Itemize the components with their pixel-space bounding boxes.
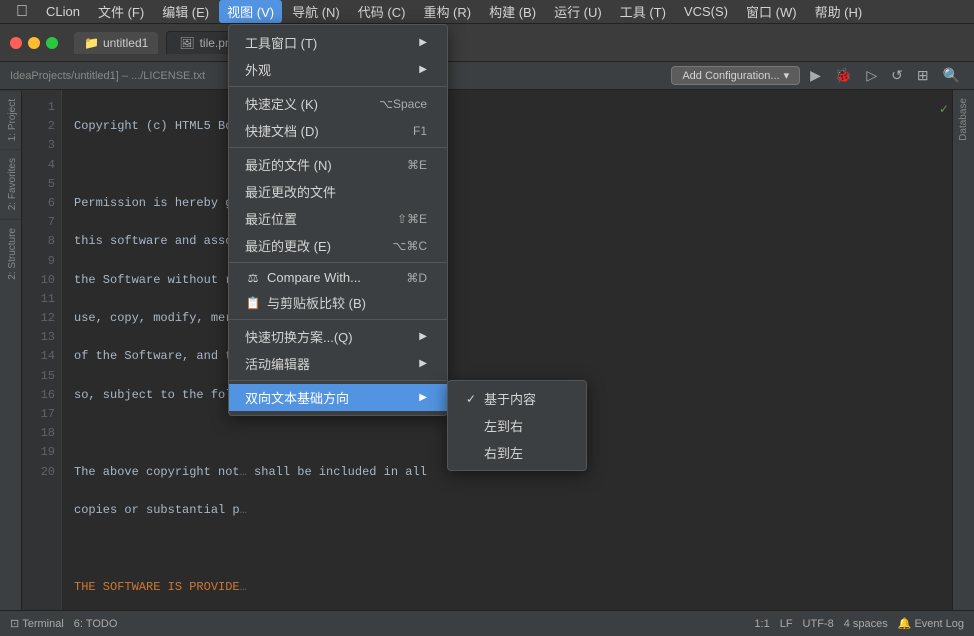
bidi-item-rtl[interactable]: ✓ 右到左 xyxy=(448,439,586,466)
menu-separator xyxy=(229,262,447,263)
menu-item-quickdoc[interactable]: 快捷文档 (D) F1 xyxy=(229,117,447,144)
menu-label-switcher: 快速切换方案...(Q) xyxy=(245,327,353,346)
apple-menu[interactable]:  xyxy=(8,3,36,21)
menu-label-compareclip: 与剪贴板比较 (B) xyxy=(267,293,366,312)
submenu-arrow: ▶ xyxy=(419,392,427,403)
menu-item-compare[interactable]: ⚖ Compare With... ⌘D xyxy=(229,266,447,289)
menu-label-bidi: 双向文本基础方向 xyxy=(245,388,349,407)
bidi-submenu: ✓ 基于内容 ✓ 左到右 ✓ 右到左 xyxy=(447,380,587,471)
menu-label-compare: Compare With... xyxy=(267,270,361,285)
menubar-help[interactable]: 帮助 (H) xyxy=(807,0,871,23)
menubar-build[interactable]: 构建 (B) xyxy=(481,0,544,23)
menu-separator xyxy=(229,380,447,381)
menubar-vcs[interactable]: VCS(S) xyxy=(676,2,736,21)
menubar-refactor[interactable]: 重构 (R) xyxy=(415,0,479,23)
submenu-arrow: ▶ xyxy=(419,331,427,342)
bidi-label-ltr: 左到右 xyxy=(484,416,523,435)
bidi-item-content[interactable]: ✓ 基于内容 xyxy=(448,385,586,412)
menu-separator xyxy=(229,147,447,148)
menu-item-recentchanged[interactable]: 最近更改的文件 xyxy=(229,178,447,205)
bidi-label-content: 基于内容 xyxy=(484,389,536,408)
view-menu: 工具窗口 (T) ▶ 外观 ▶ 快速定义 (K) ⌥Space 快捷文档 (D)… xyxy=(228,24,448,416)
menu-item-compareclip[interactable]: 📋 与剪贴板比较 (B) xyxy=(229,289,447,316)
menubar-nav[interactable]: 导航 (N) xyxy=(284,0,348,23)
compare-icon: ⚖ xyxy=(245,271,261,285)
submenu-arrow: ▶ xyxy=(419,37,427,48)
menu-label-toolwindows: 工具窗口 (T) xyxy=(245,33,317,52)
menubar-file[interactable]: 文件 (F) xyxy=(90,0,152,23)
shortcut-recentchange: ⌥⌘C xyxy=(373,239,428,253)
menu-item-recentfiles[interactable]: 最近的文件 (N) ⌘E xyxy=(229,151,447,178)
menu-bar:  CLion 文件 (F) 编辑 (E) 视图 (V) 导航 (N) 代码 (… xyxy=(0,0,974,24)
menubar-clion[interactable]: CLion xyxy=(38,2,88,21)
shortcut-compare: ⌘D xyxy=(386,271,427,285)
menu-item-switcher[interactable]: 快速切换方案...(Q) ▶ xyxy=(229,323,447,350)
menu-item-recentchange[interactable]: 最近的更改 (E) ⌥⌘C xyxy=(229,232,447,259)
menu-label-recentchange: 最近的更改 (E) xyxy=(245,236,331,255)
submenu-arrow: ▶ xyxy=(419,358,427,369)
menu-item-activeeditor[interactable]: 活动编辑器 ▶ xyxy=(229,350,447,377)
menu-separator xyxy=(229,86,447,87)
check-icon-content: ✓ xyxy=(464,392,478,406)
menu-label-activeeditor: 活动编辑器 xyxy=(245,354,310,373)
menubar-code[interactable]: 代码 (C) xyxy=(350,0,414,23)
bidi-label-rtl: 右到左 xyxy=(484,443,523,462)
menu-label-recentloc: 最近位置 xyxy=(245,209,297,228)
shortcut-quickdoc: F1 xyxy=(393,124,427,138)
compare-clip-icon: 📋 xyxy=(245,296,261,310)
menu-separator xyxy=(229,319,447,320)
menu-label-appearance: 外观 xyxy=(245,60,271,79)
menu-item-toolwindows[interactable]: 工具窗口 (T) ▶ xyxy=(229,29,447,56)
menubar-edit[interactable]: 编辑 (E) xyxy=(154,0,217,23)
menu-item-recentloc[interactable]: 最近位置 ⇧⌘E xyxy=(229,205,447,232)
menu-overlay[interactable]: 工具窗口 (T) ▶ 外观 ▶ 快速定义 (K) ⌥Space 快捷文档 (D)… xyxy=(0,24,974,636)
menubar-tools[interactable]: 工具 (T) xyxy=(612,0,674,23)
menu-item-appearance[interactable]: 外观 ▶ xyxy=(229,56,447,83)
menu-item-bidi[interactable]: 双向文本基础方向 ▶ ✓ 基于内容 ✓ 左到右 ✓ 右到左 xyxy=(229,384,447,411)
menu-label-recentchanged: 最近更改的文件 xyxy=(245,182,336,201)
shortcut-recentloc: ⇧⌘E xyxy=(377,212,427,226)
menu-label-quickdef: 快速定义 (K) xyxy=(245,94,318,113)
menu-label-recentfiles: 最近的文件 (N) xyxy=(245,155,332,174)
menu-label-quickdoc: 快捷文档 (D) xyxy=(245,121,319,140)
menu-item-quickdef[interactable]: 快速定义 (K) ⌥Space xyxy=(229,90,447,117)
menubar-window[interactable]: 窗口 (W) xyxy=(738,0,805,23)
menubar-view[interactable]: 视图 (V) xyxy=(219,0,282,23)
menubar-run[interactable]: 运行 (U) xyxy=(546,0,610,23)
bidi-item-ltr[interactable]: ✓ 左到右 xyxy=(448,412,586,439)
shortcut-recentfiles: ⌘E xyxy=(387,158,427,172)
shortcut-quickdef: ⌥Space xyxy=(359,97,427,111)
submenu-arrow: ▶ xyxy=(419,64,427,75)
